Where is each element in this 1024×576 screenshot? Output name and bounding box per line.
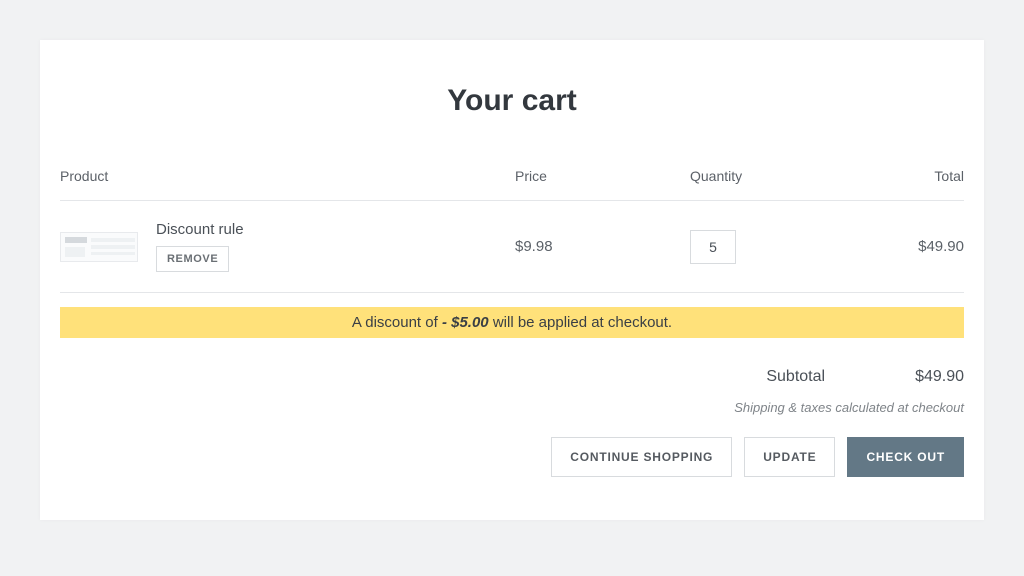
table-row: Discount rule REMOVE $9.98 $49.90 [60, 201, 964, 293]
continue-shopping-button[interactable]: CONTINUE SHOPPING [551, 437, 732, 477]
remove-button[interactable]: REMOVE [156, 246, 229, 272]
line-total: $49.90 [860, 238, 964, 255]
cart-card: Your cart Product Price Quantity Total D… [40, 40, 984, 520]
update-button[interactable]: UPDATE [744, 437, 835, 477]
discount-banner: A discount of - $5.00 will be applied at… [60, 307, 964, 338]
page-title: Your cart [60, 84, 964, 118]
quantity-input[interactable] [690, 230, 736, 264]
subtotal-label: Subtotal [766, 368, 825, 386]
price-cell: $9.98 [515, 238, 690, 255]
product-thumbnail[interactable] [60, 232, 138, 262]
banner-suffix: will be applied at checkout. [489, 314, 672, 331]
header-product: Product [60, 168, 515, 184]
product-info: Discount rule REMOVE [156, 221, 244, 272]
banner-prefix: A discount of [352, 314, 442, 331]
shipping-note: Shipping & taxes calculated at checkout [60, 400, 964, 415]
header-quantity: Quantity [690, 168, 860, 184]
table-header: Product Price Quantity Total [60, 168, 964, 201]
subtotal-value: $49.90 [915, 368, 964, 386]
product-name[interactable]: Discount rule [156, 221, 244, 238]
header-total: Total [860, 168, 964, 184]
quantity-cell [690, 230, 860, 264]
subtotal-row: Subtotal $49.90 [60, 368, 964, 386]
action-bar: CONTINUE SHOPPING UPDATE CHECK OUT [60, 437, 964, 477]
header-price: Price [515, 168, 690, 184]
banner-amount: - $5.00 [442, 314, 489, 331]
checkout-button[interactable]: CHECK OUT [847, 437, 964, 477]
product-cell: Discount rule REMOVE [60, 221, 515, 272]
